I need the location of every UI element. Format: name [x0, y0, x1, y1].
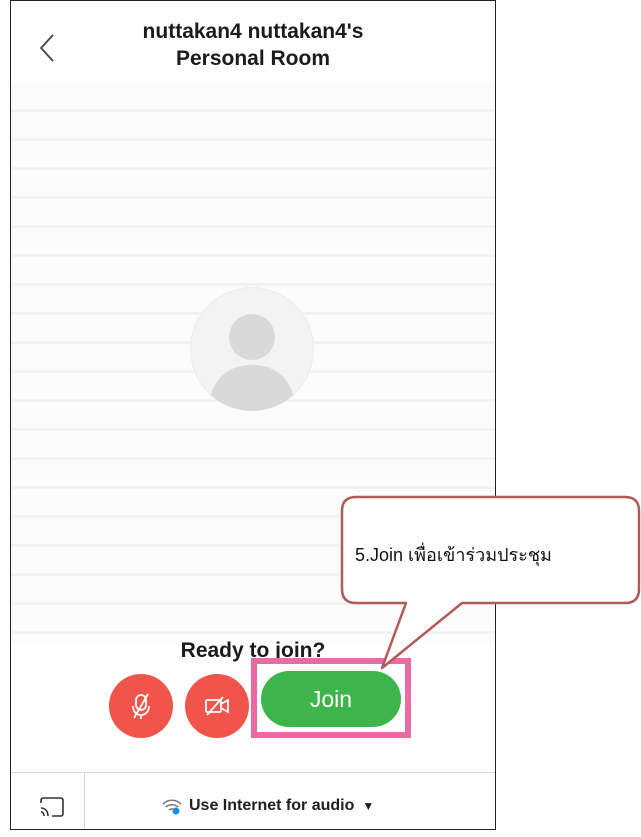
title-line-2: Personal Room: [175, 47, 331, 70]
person-silhouette-icon: [208, 314, 296, 411]
chevron-left-icon: [39, 34, 54, 62]
audio-option-button[interactable]: Use Internet for audio ▼: [161, 788, 374, 824]
header: nuttakan4 nuttakan4's Personal Room: [11, 1, 495, 83]
cast-icon: [40, 797, 64, 817]
title-line-1: nuttakan4 nuttakan4's: [142, 20, 364, 43]
back-button[interactable]: [33, 31, 63, 65]
audio-option-label: Use Internet for audio: [189, 797, 355, 814]
mute-button[interactable]: [109, 674, 173, 738]
microphone-off-icon: [132, 693, 150, 719]
cast-button[interactable]: [39, 797, 65, 817]
caret-down-icon: ▼: [362, 799, 375, 813]
avatar: [190, 287, 314, 411]
phone-screen: nuttakan4 nuttakan4's Personal Room Read…: [10, 0, 496, 830]
bottom-divider: [84, 773, 85, 829]
page-title: nuttakan4 nuttakan4's Personal Room: [91, 18, 415, 72]
bottom-bar: Use Internet for audio ▼: [11, 772, 495, 829]
video-off-icon: [205, 696, 229, 716]
wifi-icon: [162, 799, 182, 815]
join-highlight-box: [251, 658, 411, 738]
video-button[interactable]: [185, 674, 249, 738]
